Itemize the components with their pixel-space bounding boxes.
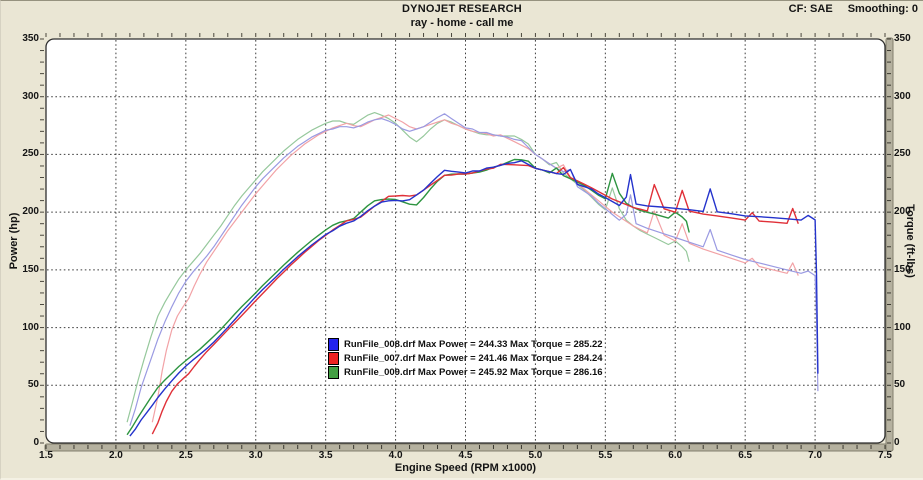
torque-tick-label: 0 [894, 437, 900, 449]
legend-label: RunFile_009.drf Max Power = 245.92 Max T… [344, 367, 603, 378]
torque-tick-label: 100 [894, 322, 911, 334]
x-tick-label: 6.5 [730, 450, 760, 462]
legend-swatch-icon [328, 366, 339, 379]
legend-label: RunFile_007.drf Max Power = 241.46 Max T… [344, 353, 603, 364]
x-tick-label: 3.5 [311, 450, 341, 462]
x-tick-label: 7.5 [870, 450, 900, 462]
legend-row: RunFile_009.drf Max Power = 245.92 Max T… [328, 365, 603, 379]
x-tick-label: 2.0 [101, 450, 131, 462]
torque-tick-label: 50 [894, 379, 905, 391]
dynojet-window: DYNOJET RESEARCH ray - home - call me CF… [0, 0, 923, 480]
x-tick-label: 3.0 [241, 450, 271, 462]
legend-swatch-icon [328, 338, 339, 351]
power-tick-label: 150 [1, 264, 39, 276]
dyno-chart [1, 1, 923, 480]
legend-row: RunFile_008.drf Max Power = 244.33 Max T… [328, 337, 603, 351]
x-tick-label: 4.5 [451, 450, 481, 462]
power-tick-label: 200 [1, 206, 39, 218]
power-tick-label: 300 [1, 91, 39, 103]
power-tick-label: 100 [1, 322, 39, 334]
x-tick-label: 5.5 [590, 450, 620, 462]
x-tick-label: 4.0 [381, 450, 411, 462]
power-tick-label: 350 [1, 33, 39, 45]
legend-row: RunFile_007.drf Max Power = 241.46 Max T… [328, 351, 603, 365]
x-tick-label: 2.5 [171, 450, 201, 462]
x-tick-label: 7.0 [800, 450, 830, 462]
torque-tick-label: 150 [894, 264, 911, 276]
x-axis-title: Engine Speed (RPM x1000) [46, 462, 885, 474]
x-tick-label: 6.0 [660, 450, 690, 462]
y-scrollbar[interactable] [886, 38, 893, 451]
legend-swatch-icon [328, 352, 339, 365]
x-tick-label: 5.0 [520, 450, 550, 462]
power-tick-label: 250 [1, 148, 39, 160]
torque-tick-label: 200 [894, 206, 911, 218]
x-tick-label: 1.5 [31, 450, 61, 462]
legend: RunFile_008.drf Max Power = 244.33 Max T… [328, 337, 603, 379]
left-axis-title: Power (hp) [8, 213, 20, 270]
torque-tick-label: 250 [894, 148, 911, 160]
torque-tick-label: 300 [894, 91, 911, 103]
power-tick-label: 50 [1, 379, 39, 391]
power-tick-label: 0 [1, 437, 39, 449]
torque-tick-label: 350 [894, 33, 911, 45]
legend-label: RunFile_008.drf Max Power = 244.33 Max T… [344, 339, 603, 350]
